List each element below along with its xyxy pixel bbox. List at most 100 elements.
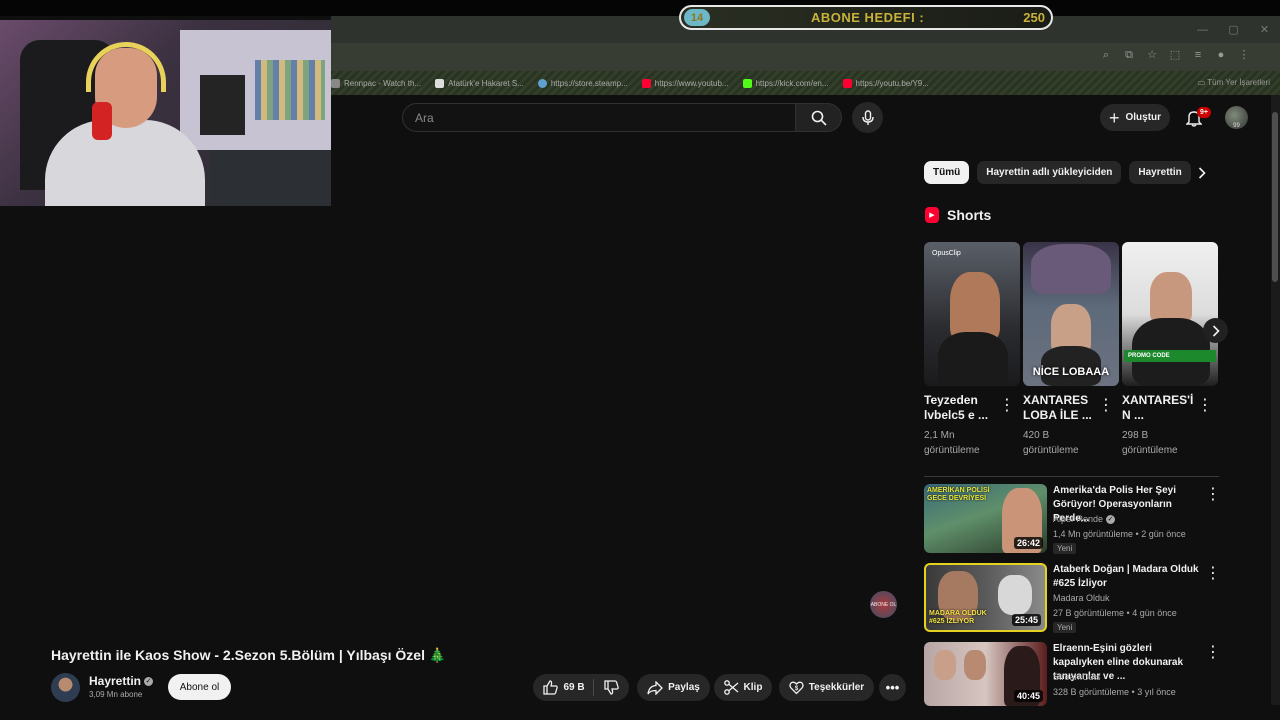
channel-avatar[interactable] bbox=[51, 673, 80, 702]
thumbs-down-icon bbox=[603, 680, 619, 695]
chip-from-uploader[interactable]: Hayrettin adlı yükleyiciden bbox=[977, 161, 1122, 184]
bookmark-item[interactable]: Rennpac - Watch th... bbox=[331, 78, 421, 88]
thanks-button[interactable]: $ Teşekkürler bbox=[779, 674, 874, 701]
dislike-button[interactable] bbox=[599, 680, 619, 695]
video-duration: 26:42 bbox=[1013, 537, 1043, 549]
install-icon[interactable]: ⧉ bbox=[1123, 49, 1135, 61]
bookmark-label: https://store.steamp... bbox=[550, 78, 628, 88]
recommendation-item[interactable]: MADARA OLDUK #625 İZLİYOR 25:45 Ataberk … bbox=[924, 563, 1224, 635]
short-views: 420 B görüntüleme bbox=[1023, 430, 1079, 456]
all-bookmarks-label: Tüm Yer İşaretleri bbox=[1207, 78, 1270, 87]
subscribe-button[interactable]: Abone ol bbox=[168, 674, 231, 700]
bookmark-label: https://kick.com/en... bbox=[755, 78, 829, 88]
address-bar-icons: ⌕ ⧉ ☆ ⬚ ≡ ● ⋮ bbox=[1100, 49, 1250, 61]
top-strip bbox=[0, 0, 1280, 16]
webcam-shelf bbox=[255, 60, 325, 120]
short-more-button[interactable]: ⋮ bbox=[1098, 397, 1114, 414]
chips-next-button[interactable] bbox=[1193, 164, 1211, 182]
youtube-icon bbox=[641, 78, 651, 88]
recommendation-more-button[interactable]: ⋮ bbox=[1205, 565, 1221, 582]
shorts-next-button[interactable] bbox=[1203, 318, 1228, 343]
search-button[interactable] bbox=[796, 103, 842, 132]
like-button[interactable]: 69 B bbox=[543, 679, 594, 696]
short-title[interactable]: XANTARES LOBA İLE ... bbox=[1023, 393, 1101, 423]
goal-target: 250 bbox=[1023, 10, 1045, 25]
like-count: 69 B bbox=[563, 682, 585, 693]
share-label: Paylaş bbox=[668, 682, 700, 693]
zoom-icon[interactable]: ⌕ bbox=[1100, 49, 1112, 61]
recommendation-thumbnail[interactable]: MADARA OLDUK #625 İZLİYOR 25:45 bbox=[924, 563, 1047, 632]
kick-icon bbox=[742, 78, 752, 88]
search-icon bbox=[811, 110, 827, 126]
chip-all[interactable]: Tümü bbox=[924, 161, 970, 184]
minimize-icon[interactable]: — bbox=[1187, 16, 1218, 43]
webcam-overlay bbox=[0, 20, 331, 206]
bookmark-item[interactable]: Atatürk'e Hakaret S... bbox=[435, 78, 524, 88]
folder-icon: ▭ bbox=[1197, 78, 1208, 87]
short-overlay-text: NİCE LOBAAA bbox=[1032, 366, 1110, 378]
clip-button[interactable]: Klip bbox=[714, 674, 772, 701]
more-horizontal-icon: ••• bbox=[885, 680, 900, 695]
bookmark-item[interactable]: https://www.youtub... bbox=[641, 78, 729, 88]
verified-icon: ✓ bbox=[1106, 514, 1116, 524]
goal-label: ABONE HEDEFI : bbox=[811, 10, 925, 25]
voice-search-button[interactable] bbox=[852, 102, 883, 133]
thumbnail-person bbox=[964, 650, 986, 680]
short-thumbnail[interactable]: OpusClip bbox=[924, 242, 1020, 386]
recommendation-more-button[interactable]: ⋮ bbox=[1205, 644, 1221, 661]
bookmark-favicon bbox=[331, 78, 340, 88]
more-actions-button[interactable]: ••• bbox=[879, 674, 906, 701]
create-label: Oluştur bbox=[1125, 112, 1162, 123]
thanks-label: Teşekkürler bbox=[808, 682, 865, 693]
kebab-menu-icon: ⋮ bbox=[999, 397, 1015, 414]
short-thumbnail[interactable]: PROMO CODE bbox=[1122, 242, 1218, 386]
bookmark-star-icon[interactable]: ☆ bbox=[1146, 49, 1158, 61]
bookmark-label: Atatürk'e Hakaret S... bbox=[448, 78, 524, 88]
recommendation-more-button[interactable]: ⋮ bbox=[1205, 486, 1221, 503]
recommendation-channel: Madara Olduk bbox=[1053, 593, 1110, 603]
webcam-desk bbox=[210, 150, 331, 206]
webcam-poster bbox=[200, 75, 245, 135]
recommendation-channel: StreamCuts bbox=[1053, 672, 1101, 682]
kebab-menu-icon[interactable]: ⋮ bbox=[1238, 49, 1250, 61]
menu-icon[interactable]: ≡ bbox=[1192, 49, 1204, 61]
channel-name-text: Hayrettin bbox=[89, 674, 142, 688]
recommendation-item[interactable]: 40:45 Elraenn-Eşini gözleri kapalıyken e… bbox=[924, 642, 1224, 714]
recommendation-thumbnail[interactable]: AMERİKAN POLİSİ GECE DEVRİYESİ 26:42 bbox=[924, 484, 1047, 553]
recommendation-title: Ataberk Doğan | Madara Olduk #625 İzliyo… bbox=[1053, 564, 1199, 589]
close-icon[interactable]: ✕ bbox=[1249, 16, 1280, 43]
extensions-icon[interactable]: ⬚ bbox=[1169, 49, 1181, 61]
all-bookmarks[interactable]: ▭ Tüm Yer İşaretleri bbox=[1198, 78, 1270, 87]
short-more-button[interactable]: ⋮ bbox=[999, 397, 1015, 414]
notification-count-badge: 9+ bbox=[1197, 107, 1211, 118]
video-player[interactable] bbox=[0, 140, 910, 640]
new-badge: Yeni bbox=[1053, 543, 1077, 554]
create-button[interactable]: + Oluştur bbox=[1100, 104, 1170, 131]
maximize-icon[interactable]: ▢ bbox=[1218, 16, 1249, 43]
short-title[interactable]: Teyzeden lvbelc5 e ... bbox=[924, 393, 1002, 423]
chip-related[interactable]: Hayrettin bbox=[1129, 161, 1191, 184]
subscribe-watermark[interactable]: ABONE OL bbox=[870, 591, 897, 618]
scrollbar-thumb[interactable] bbox=[1272, 112, 1278, 282]
bookmark-item[interactable]: https://kick.com/en... bbox=[742, 78, 829, 88]
short-thumbnail[interactable]: NİCE LOBAAA bbox=[1023, 242, 1119, 386]
short-title[interactable]: XANTARES'İ N ... bbox=[1122, 393, 1200, 423]
user-avatar[interactable]: 99 bbox=[1225, 106, 1248, 129]
thumbnail-person bbox=[934, 650, 956, 680]
shorts-icon: ▶ bbox=[925, 207, 939, 223]
search-input[interactable]: Ara bbox=[402, 103, 796, 132]
recommendation-channel-name: Alper Rende bbox=[1053, 514, 1104, 524]
profile-icon[interactable]: ● bbox=[1215, 49, 1227, 61]
video-duration: 25:45 bbox=[1011, 614, 1041, 626]
short-person bbox=[1031, 244, 1111, 294]
short-more-button[interactable]: ⋮ bbox=[1197, 397, 1213, 414]
recommendation-item[interactable]: AMERİKAN POLİSİ GECE DEVRİYESİ 26:42 Ame… bbox=[924, 484, 1224, 556]
bookmark-item[interactable]: https://store.steamp... bbox=[537, 78, 628, 88]
filter-chips: Tümü Hayrettin adlı yükleyiciden Hayrett… bbox=[924, 161, 1191, 184]
recommendation-meta: 27 B görüntüleme • 4 gün önce bbox=[1053, 608, 1177, 618]
subscriber-goal-bar: 14 ABONE HEDEFI : 250 bbox=[679, 5, 1053, 30]
bookmark-item[interactable]: https://youtu.be/Y9... bbox=[842, 78, 929, 88]
recommendation-thumbnail[interactable]: 40:45 bbox=[924, 642, 1047, 706]
share-button[interactable]: Paylaş bbox=[637, 674, 710, 701]
channel-name[interactable]: Hayrettin ✓ bbox=[89, 674, 154, 688]
